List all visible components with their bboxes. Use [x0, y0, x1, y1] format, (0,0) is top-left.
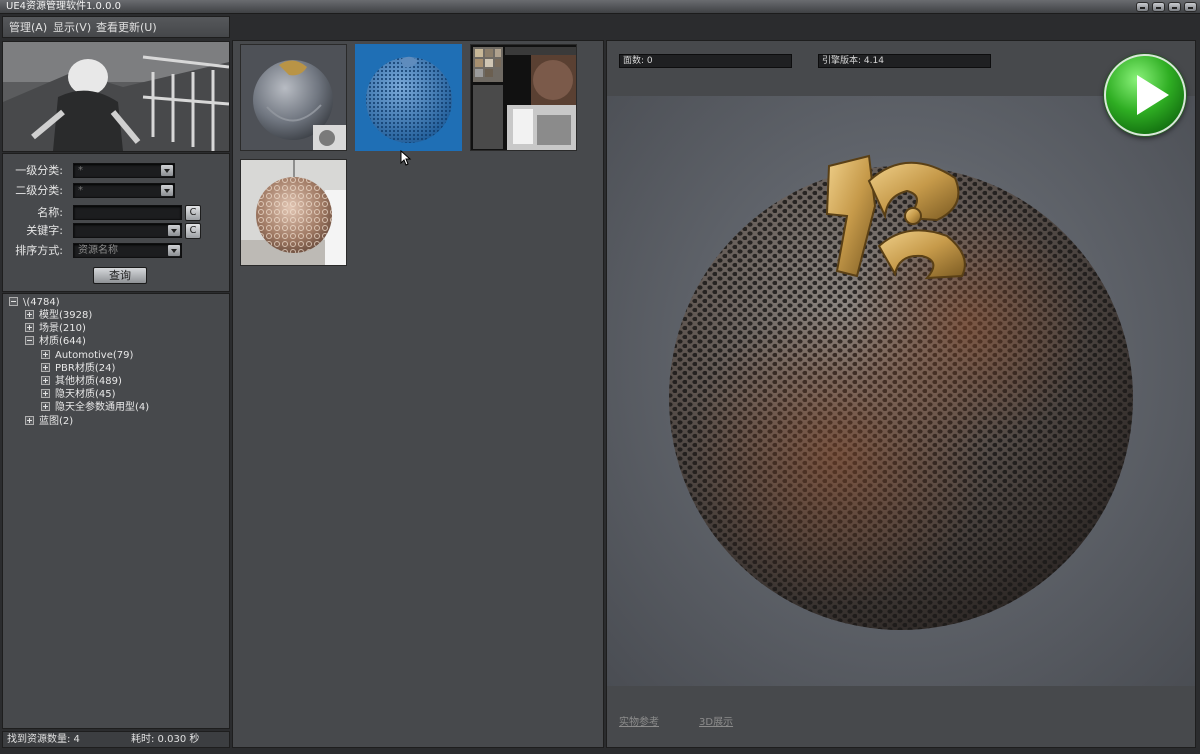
collapse-icon[interactable] [9, 296, 18, 306]
keyword-select[interactable] [73, 223, 182, 238]
expand-icon[interactable] [25, 309, 34, 319]
name-label: 名称: [37, 206, 63, 219]
tree-node-other-materials[interactable]: 其他材质(489) [41, 375, 122, 388]
category1-select[interactable]: * [73, 163, 175, 178]
tree-node-label: PBR材质(24) [55, 363, 116, 374]
tree-node-blueprints[interactable]: 蓝图(2) [25, 415, 73, 428]
thumb-screenshot-collage[interactable] [470, 44, 577, 151]
faces-field: 面数: 0 [619, 54, 792, 68]
chevron-down-icon [168, 245, 180, 256]
3d-display-link[interactable]: 3D展示 [699, 717, 733, 729]
sort-select[interactable]: 资源名称 [73, 243, 182, 258]
play-button[interactable] [1104, 54, 1186, 136]
menu-bar: 管理(A) 显示(V) 查看更新(U) [2, 16, 230, 38]
category2-value: * [78, 185, 83, 196]
maximize-button[interactable] [1168, 2, 1181, 12]
sort-value: 资源名称 [78, 245, 118, 256]
window-title: UE4资源管理软件1.0.0.0 [6, 1, 121, 12]
thumb-blue-mesh-sphere[interactable] [355, 44, 462, 151]
chevron-down-icon [161, 185, 173, 196]
tree-node-label: 材质(644) [39, 336, 86, 347]
tree-node-materials[interactable]: 材质(644) [25, 335, 86, 348]
mouse-cursor-icon [400, 150, 412, 166]
tree-root[interactable]: \(4784) [9, 296, 60, 309]
tree-node-label: Automotive(79) [55, 350, 134, 361]
tree-node-pbr[interactable]: PBR材质(24) [41, 362, 115, 375]
expand-icon[interactable] [41, 362, 50, 372]
thumb-gray-sphere[interactable] [240, 44, 347, 151]
thumb-chandelier-sphere[interactable] [240, 159, 347, 266]
tree-node-label: 其他材质(489) [55, 376, 122, 387]
reference-link[interactable]: 实物参考 [619, 717, 659, 729]
tree-node-yintian-universal[interactable]: 隐天全参数通用型(4) [41, 401, 149, 414]
expand-icon[interactable] [25, 415, 34, 425]
name-input[interactable] [73, 205, 182, 220]
restore-button[interactable] [1152, 2, 1165, 12]
keyword-label: 关键字: [26, 224, 63, 237]
expand-icon[interactable] [25, 322, 34, 332]
elapsed-time: 耗时: 0.030 秒 [131, 734, 200, 745]
tree-node-automotive[interactable]: Automotive(79) [41, 349, 133, 362]
expand-icon[interactable] [41, 401, 50, 411]
tree-node-label: 隐天材质(45) [55, 389, 116, 400]
tree-node-models[interactable]: 模型(3928) [25, 309, 92, 322]
minimize-button[interactable] [1136, 2, 1149, 12]
close-button[interactable] [1184, 2, 1197, 12]
collapse-icon[interactable] [25, 335, 34, 345]
tree-node-yintian-materials[interactable]: 隐天材质(45) [41, 388, 116, 401]
resource-preview-image [2, 41, 230, 152]
keyword-clear-button[interactable]: C [185, 223, 201, 239]
category1-value: * [78, 165, 83, 176]
expand-icon[interactable] [41, 349, 50, 359]
chevron-down-icon [168, 225, 180, 236]
top-strip [232, 16, 1200, 38]
tree-node-label: 模型(3928) [39, 310, 93, 321]
category2-select[interactable]: * [73, 183, 175, 198]
tree-node-label: 蓝图(2) [39, 416, 74, 427]
detail-panel: 面数: 0 引擎版本: 4.14 实物参考 3D展示 [606, 40, 1196, 748]
thumbnail-grid [232, 40, 604, 748]
tree-root-label: \(4784) [23, 297, 60, 308]
filter-panel: 一级分类: * 二级分类: * 名称: C 关键字: C 排序方式: 资源名称 … [2, 153, 230, 292]
name-clear-button[interactable]: C [185, 205, 201, 221]
tree-node-scenes[interactable]: 场景(210) [25, 322, 86, 335]
tree-node-label: 场景(210) [39, 323, 86, 334]
chevron-down-icon [161, 165, 173, 176]
category-tree: \(4784) 模型(3928) 场景(210) 材质(644) Automot… [2, 293, 230, 729]
status-bar: 找到资源数量: 4 耗时: 0.030 秒 [2, 731, 230, 748]
sort-label: 排序方式: [15, 244, 63, 257]
large-preview [607, 96, 1195, 686]
expand-icon[interactable] [41, 375, 50, 385]
category2-label: 二级分类: [15, 184, 63, 197]
query-button[interactable]: 查询 [93, 267, 147, 284]
menu-manage[interactable]: 管理(A) [9, 20, 47, 36]
category1-label: 一级分类: [15, 164, 63, 177]
menu-view[interactable]: 显示(V) [53, 20, 91, 36]
engine-version-field: 引擎版本: 4.14 [818, 54, 991, 68]
title-bar: UE4资源管理软件1.0.0.0 [0, 0, 1200, 14]
expand-icon[interactable] [41, 388, 50, 398]
menu-check-updates[interactable]: 查看更新(U) [96, 20, 157, 36]
found-count: 找到资源数量: 4 [7, 734, 80, 745]
tree-node-label: 隐天全参数通用型(4) [55, 402, 150, 413]
